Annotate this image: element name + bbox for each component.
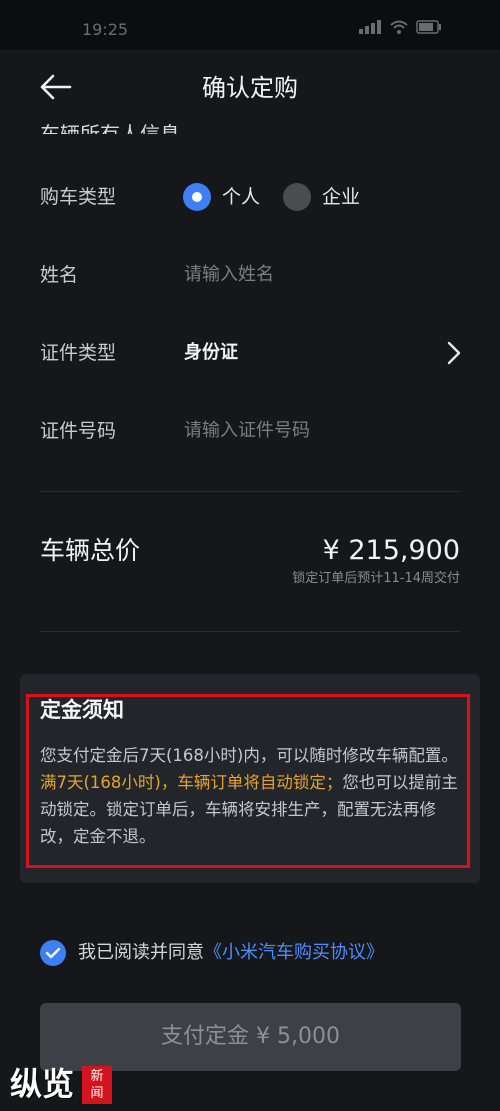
agreement-text: 我已阅读并同意《小米汽车购买协议》 [78, 940, 384, 966]
check-icon [45, 947, 61, 959]
id-type-select[interactable]: 身份证 [184, 340, 238, 366]
status-bar: 19:25 [0, 0, 500, 50]
delivery-note: 锁定订单后预计11-14周交付 [292, 571, 460, 586]
wifi-icon [389, 20, 408, 34]
owner-section-title: 车辆所有人信息 [40, 122, 180, 134]
watermark-brand: 纵览 [10, 1065, 75, 1103]
id-number-label: 证件号码 [40, 420, 117, 442]
status-icons [359, 20, 442, 38]
radio-enterprise[interactable] [283, 183, 311, 211]
confirm-order-screen: 19:25 确认定购 车辆所有人信息 购车类型 个人 企业 姓名 请输入姓名 证… [0, 0, 500, 1111]
agreement-label: 我已阅读并同意 [78, 942, 204, 963]
owner-section-header: 车辆所有人信息 [40, 110, 340, 134]
id-number-input[interactable]: 请输入证件号码 [184, 418, 310, 444]
deposit-notice-title: 定金须知 [40, 698, 124, 722]
deposit-notice-line1: 您支付定金后7天(168小时)内，可以随时修改车辆配置。 [40, 746, 458, 765]
radio-personal-label[interactable]: 个人 [222, 184, 260, 210]
name-input[interactable]: 请输入姓名 [184, 262, 274, 288]
page-title: 确认定购 [202, 74, 298, 102]
total-price-label: 车辆总价 [40, 536, 141, 565]
watermark-badge: 新闻 [82, 1066, 112, 1104]
name-label: 姓名 [40, 264, 79, 286]
signal-icon [359, 20, 382, 34]
agreement-checkbox[interactable] [40, 940, 66, 966]
radio-personal[interactable] [183, 183, 211, 211]
total-price-value: ¥ 215,900 [322, 535, 460, 566]
pay-deposit-button[interactable]: 支付定金 ¥ 5,000 [40, 1003, 461, 1071]
divider-bottom [40, 631, 460, 632]
radio-enterprise-label[interactable]: 企业 [322, 184, 360, 210]
chevron-right-icon[interactable] [444, 340, 464, 366]
divider-top [40, 491, 460, 492]
id-type-label: 证件类型 [40, 342, 117, 364]
buyer-type-label: 购车类型 [40, 186, 117, 208]
battery-icon [416, 20, 441, 34]
status-time: 19:25 [82, 20, 129, 39]
news-watermark-logo: 纵览 新闻 [10, 1062, 112, 1106]
agreement-link[interactable]: 《小米汽车购买协议》 [204, 942, 384, 963]
deposit-notice-body: 您支付定金后7天(168小时)内，可以随时修改车辆配置。 满7天(168小时)，车… [40, 742, 460, 850]
deposit-notice-highlight: 满7天(168小时)，车辆订单将自动锁定； [40, 773, 343, 792]
